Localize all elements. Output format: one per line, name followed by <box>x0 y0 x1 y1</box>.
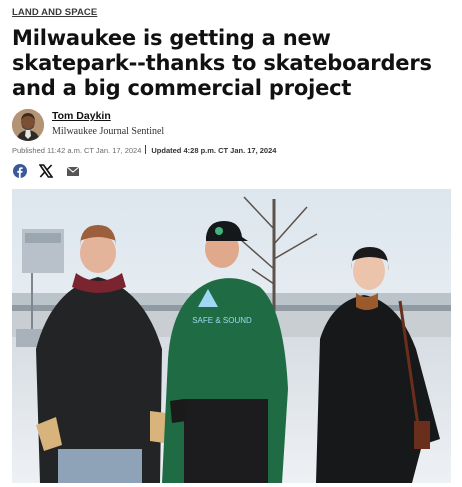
email-icon <box>66 166 80 176</box>
author-name[interactable]: Tom Daykin <box>52 110 111 122</box>
publication-name: Milwaukee Journal Sentinel <box>52 126 165 137</box>
x-share-button[interactable] <box>38 163 54 179</box>
dateline: Published 11:42 a.m. CT Jan. 17, 2024 Upd… <box>12 145 276 155</box>
byline: Tom Daykin Milwaukee Journal Sentinel <box>12 108 312 144</box>
updated-time: Updated 4:28 p.m. CT Jan. 17, 2024 <box>151 146 277 155</box>
sweatshirt-text: SAFE & SOUND <box>192 316 252 325</box>
headline: Milwaukee is getting a new skatepark--th… <box>12 26 432 100</box>
facebook-share-button[interactable] <box>12 163 28 179</box>
x-icon <box>39 164 53 178</box>
article: LAND AND SPACE Milwaukee is getting a ne… <box>0 0 462 487</box>
facebook-icon <box>13 164 27 178</box>
photo-skateboarders: SAFE & SOUND <box>12 189 451 483</box>
author-avatar[interactable] <box>12 109 44 141</box>
published-time: Published 11:42 a.m. CT Jan. 17, 2024 <box>12 146 142 155</box>
hero-photo[interactable]: SAFE & SOUND <box>12 189 451 483</box>
section-link[interactable]: LAND AND SPACE <box>12 7 97 18</box>
email-share-button[interactable] <box>65 163 81 179</box>
dateline-divider <box>145 145 147 154</box>
